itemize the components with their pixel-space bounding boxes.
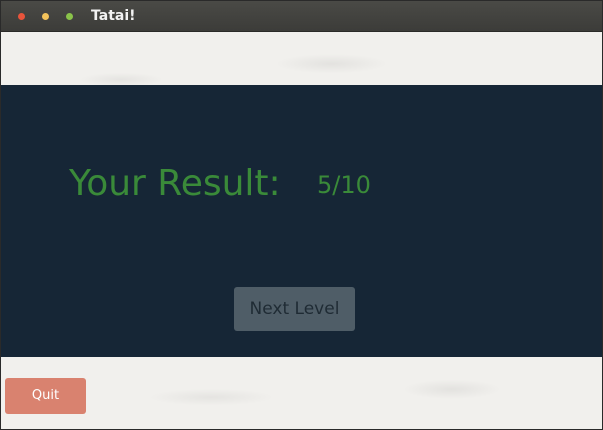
content-area: Your Result: 5/10 Next Level Quit [1,32,602,429]
app-window: Tatai! Your Result: 5/10 Next Level Quit [0,0,603,430]
close-icon[interactable] [18,13,25,20]
title-bar[interactable]: Tatai! [1,1,602,32]
window-title: Tatai! [91,8,136,24]
next-level-button[interactable]: Next Level [234,287,355,331]
result-panel: Your Result: 5/10 Next Level [1,85,602,357]
minimize-icon[interactable] [42,13,49,20]
maximize-icon[interactable] [66,13,73,20]
result-score: 5/10 [317,171,371,199]
result-label: Your Result: [69,163,281,204]
quit-button[interactable]: Quit [5,378,86,414]
